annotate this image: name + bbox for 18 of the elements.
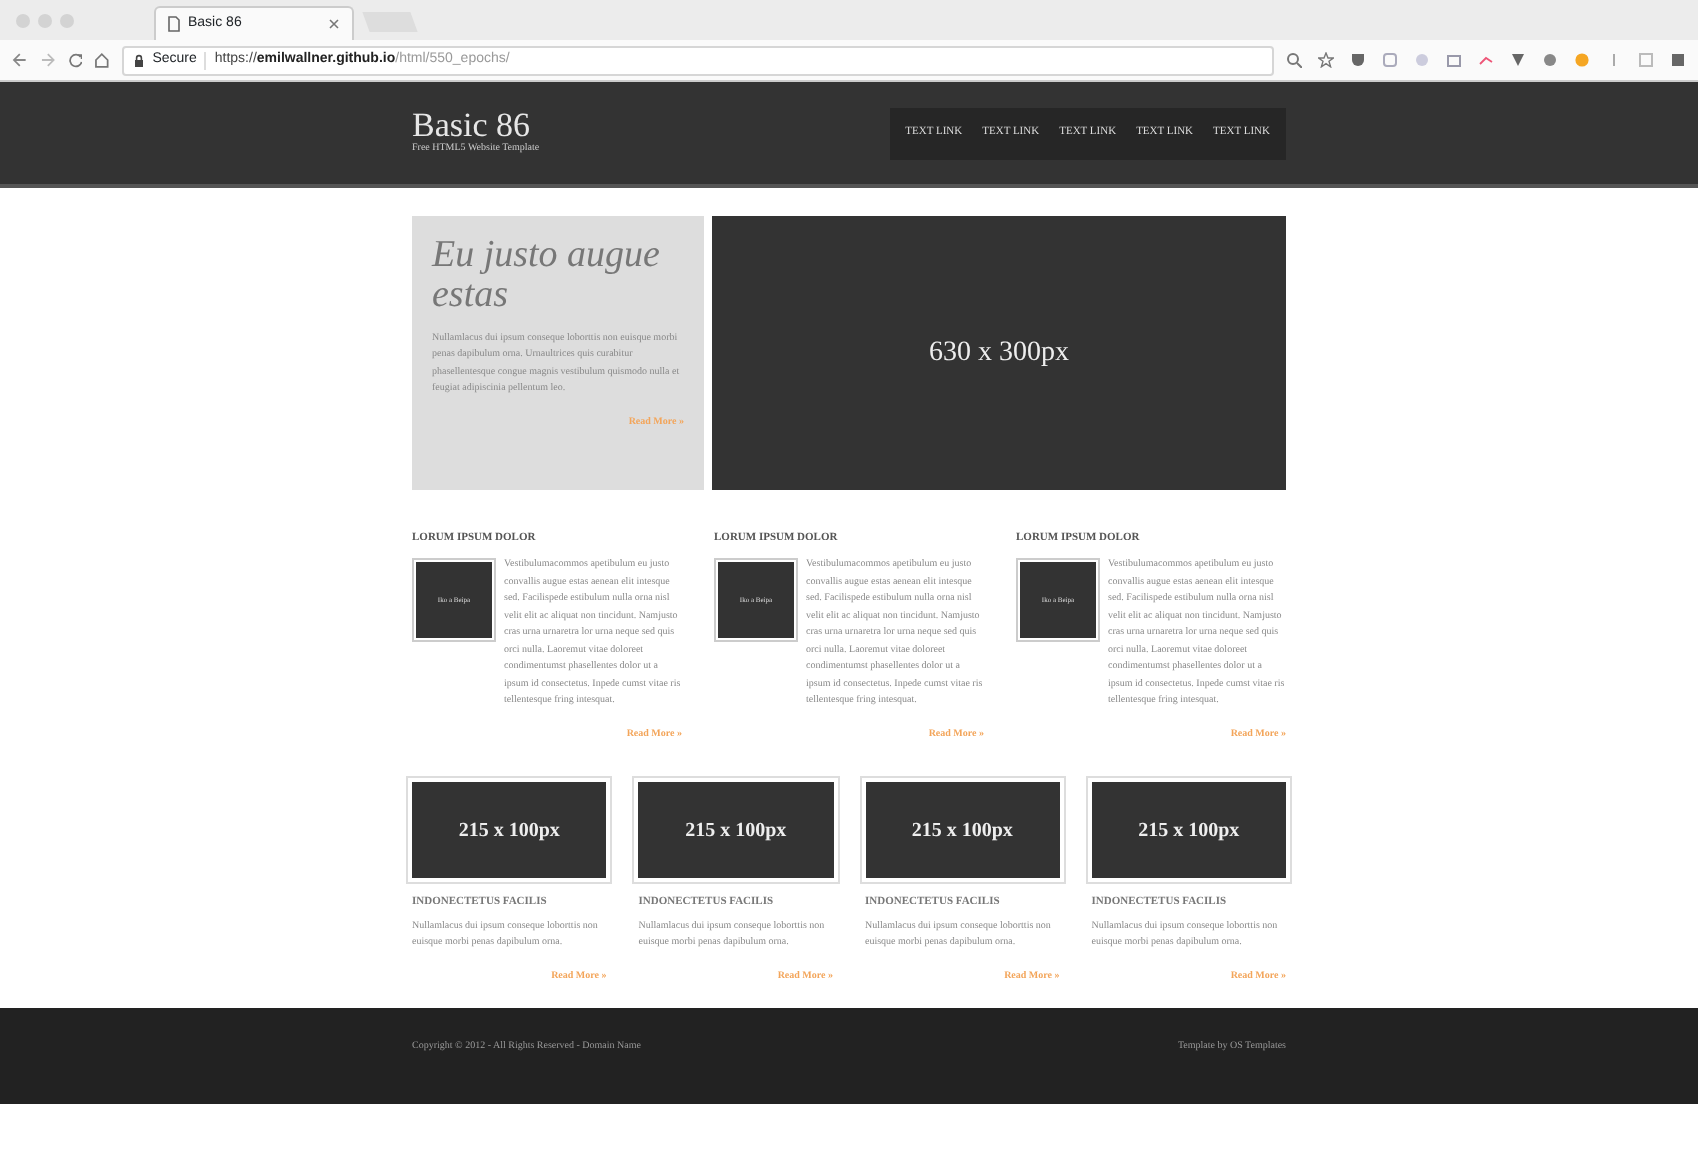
page-icon: [168, 16, 180, 32]
placeholder-label: 215 x 100px: [685, 817, 787, 846]
hero-heading: Eu justo augue estas: [432, 236, 662, 316]
shield-icon[interactable]: [1350, 52, 1366, 68]
divider-line: [204, 51, 207, 69]
placeholder-label: 630 x 300px: [929, 336, 1069, 372]
lock-icon: [134, 53, 145, 67]
star-icon[interactable]: [1318, 52, 1334, 68]
close-icon[interactable]: [328, 18, 340, 30]
search-icon[interactable]: [1286, 52, 1302, 68]
back-icon[interactable]: [12, 52, 28, 68]
reload-icon[interactable]: [67, 52, 83, 68]
placeholder-label: 215 x 100px: [458, 817, 560, 846]
forward-icon[interactable]: [39, 52, 56, 68]
home-icon[interactable]: [94, 52, 111, 68]
placeholder-label: 215 x 100px: [1138, 817, 1240, 846]
site-title: Basic 86: [412, 108, 531, 143]
placeholder-label: 215 x 100px: [911, 817, 1013, 846]
